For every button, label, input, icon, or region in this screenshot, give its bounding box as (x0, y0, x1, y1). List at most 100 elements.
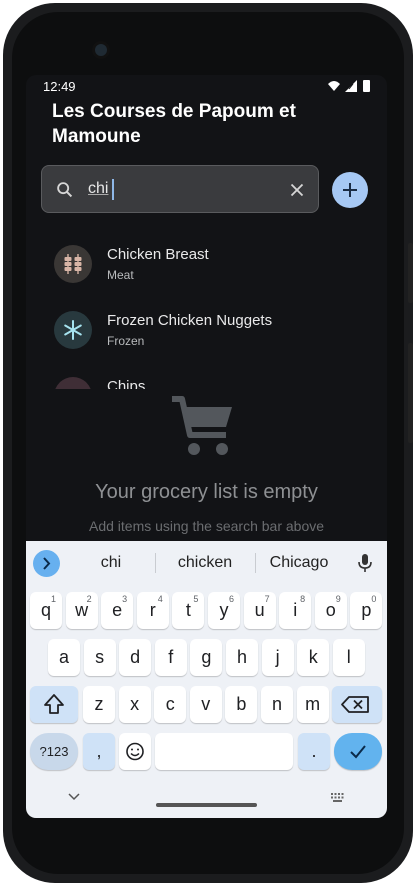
key-hint: 4 (157, 594, 163, 604)
suggestion-strip: chi chicken Chicago (26, 541, 387, 585)
shift-icon (44, 694, 64, 714)
key-hint: 9 (335, 594, 341, 604)
key-label: c (165, 694, 175, 714)
key-r[interactable]: r4 (136, 592, 169, 629)
backspace-icon (341, 696, 369, 713)
key-label: a (58, 647, 69, 667)
key-q[interactable]: q1 (30, 592, 62, 629)
chevron-right-icon (43, 557, 51, 570)
shift-key[interactable] (30, 686, 78, 723)
key-label: z (94, 694, 104, 714)
microphone-icon[interactable] (357, 553, 373, 573)
text-caret (112, 179, 114, 200)
key-label: p (361, 600, 372, 620)
key-label: r (149, 600, 156, 620)
key-label: s (95, 647, 105, 667)
suggestion-item[interactable]: Frozen Chicken Nuggets Frozen (26, 301, 387, 363)
key-hint: 3 (122, 594, 128, 604)
wifi-icon (328, 81, 340, 91)
suggestion-item[interactable]: Chips (26, 367, 387, 389)
key-w[interactable]: w2 (65, 592, 98, 629)
key-label: d (130, 647, 141, 667)
key-j[interactable]: j (261, 639, 294, 676)
status-bar: 12:49 (26, 75, 387, 99)
key-i[interactable]: i8 (279, 592, 312, 629)
key-y[interactable]: y6 (208, 592, 240, 629)
divider (155, 553, 156, 573)
key-label: f (168, 647, 174, 667)
word-suggestion[interactable]: Chicago (264, 554, 334, 572)
key-d[interactable]: d (119, 639, 152, 676)
key-s[interactable]: s (83, 639, 116, 676)
key-h[interactable]: h (226, 639, 258, 676)
backspace-key[interactable] (332, 686, 382, 723)
shopping-cart-icon (172, 396, 232, 455)
key-m[interactable]: m (296, 686, 329, 723)
enter-key[interactable] (334, 733, 382, 770)
close-icon[interactable] (286, 179, 308, 201)
volume-button (408, 343, 413, 443)
key-hint: 8 (300, 594, 306, 604)
snowflake-icon (54, 311, 92, 349)
key-label: t (185, 600, 191, 620)
key-hint: 7 (264, 594, 270, 604)
suggestion-item[interactable]: Chicken Breast Meat (26, 235, 387, 297)
key-hint: 6 (228, 594, 234, 604)
search-input[interactable]: chi (88, 180, 108, 198)
key-label: n (271, 694, 282, 714)
key-l[interactable]: l (332, 639, 365, 676)
plus-icon (343, 183, 357, 197)
key-a[interactable]: a (48, 639, 80, 676)
symbols-key[interactable]: ?123 (30, 733, 78, 770)
skewer-icon (54, 245, 92, 283)
suggestion-name: Chicken Breast (107, 246, 209, 263)
key-label: u (254, 600, 265, 620)
key-z[interactable]: z (83, 686, 115, 723)
empty-state-title: Your grocery list is empty (95, 481, 318, 503)
key-o[interactable]: o9 (314, 592, 347, 629)
chips-icon (54, 377, 92, 389)
soft-keyboard: chi chicken Chicago q1w2e3r4t5y6u7i8o9p0… (26, 541, 387, 818)
key-hint: 2 (86, 594, 92, 604)
divider (255, 553, 256, 573)
key-e[interactable]: e3 (101, 592, 134, 629)
status-icons (328, 80, 370, 92)
keyboard-switch-icon[interactable] (330, 792, 346, 803)
word-suggestion[interactable]: chicken (166, 554, 244, 572)
key-g[interactable]: g (190, 639, 223, 676)
key-n[interactable]: n (261, 686, 293, 723)
expand-toolbar-button[interactable] (33, 550, 60, 577)
period-key[interactable]: . (298, 733, 330, 770)
key-label: q (40, 600, 51, 620)
home-indicator[interactable] (156, 803, 257, 807)
key-label: j (275, 647, 280, 667)
keyboard-nav-bar (26, 783, 387, 818)
key-k[interactable]: k (297, 639, 330, 676)
key-b[interactable]: b (225, 686, 258, 723)
key-hint: 0 (371, 594, 377, 604)
key-u[interactable]: u7 (243, 592, 276, 629)
key-c[interactable]: c (154, 686, 187, 723)
key-label: m (305, 694, 321, 714)
key-label: l (346, 647, 351, 667)
key-label: b (236, 694, 247, 714)
key-label: h (236, 647, 247, 667)
chevron-down-icon[interactable] (68, 793, 80, 801)
word-suggestion[interactable]: chi (81, 554, 141, 572)
key-label: x (130, 694, 140, 714)
key-p[interactable]: p0 (350, 592, 383, 629)
emoji-key[interactable] (119, 733, 151, 770)
key-t[interactable]: t5 (172, 592, 205, 629)
key-label: g (201, 647, 212, 667)
key-v[interactable]: v (189, 686, 222, 723)
key-x[interactable]: x (118, 686, 151, 723)
add-item-button[interactable] (332, 172, 368, 208)
search-bar[interactable]: chi (41, 165, 319, 213)
checkmark-icon (350, 745, 366, 759)
comma-key[interactable]: , (83, 733, 115, 770)
key-f[interactable]: f (154, 639, 187, 676)
key-label: y (219, 600, 229, 620)
empty-state-subtitle: Add items using the search bar above (88, 518, 325, 534)
space-key[interactable] (155, 733, 293, 770)
suggestion-name: Frozen Chicken Nuggets (107, 312, 273, 329)
